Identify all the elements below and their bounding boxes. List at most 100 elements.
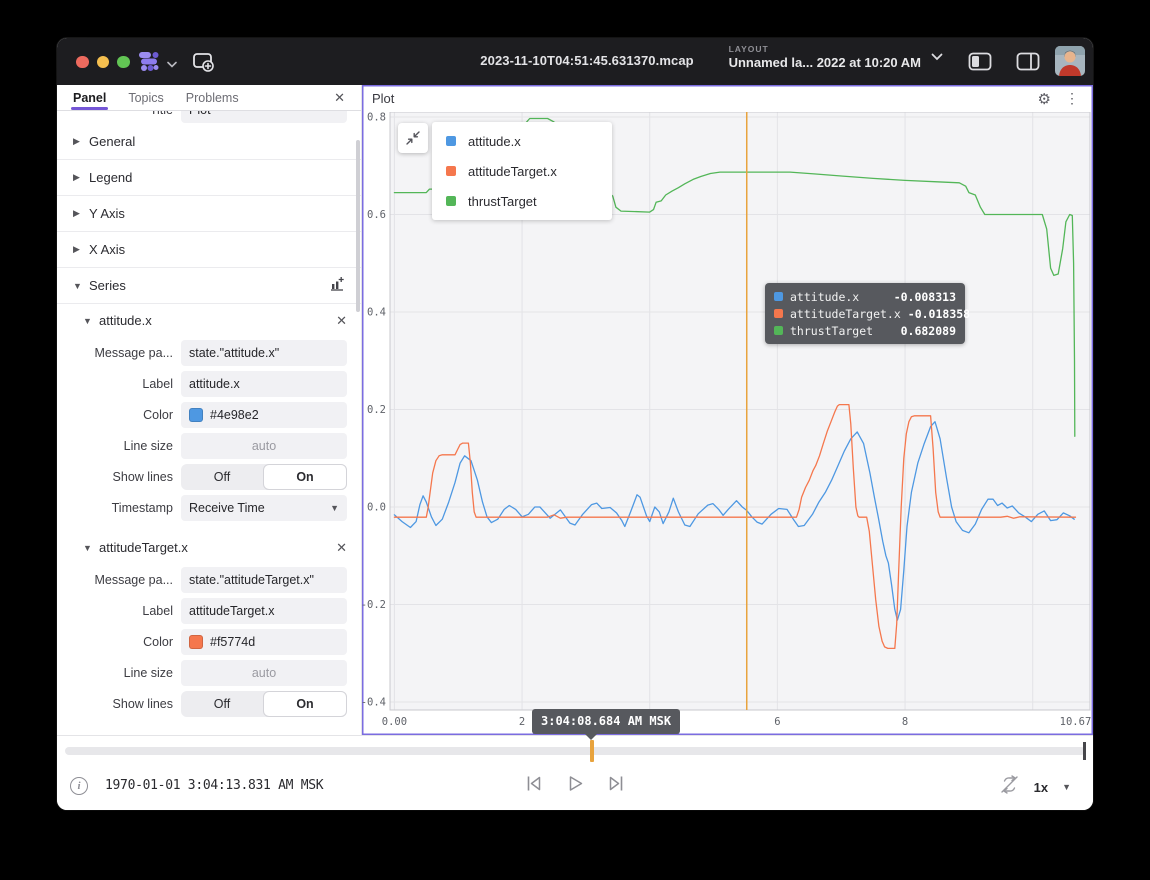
svg-text:0.4: 0.4 xyxy=(367,307,386,319)
timestamp-row: Timestamp Receive Time ▼ xyxy=(57,492,361,523)
message-path-input[interactable]: state."attitudeTarget.x" xyxy=(181,567,347,593)
color-input[interactable]: #f5774d xyxy=(181,629,347,655)
collapse-legend-button[interactable] xyxy=(398,123,428,153)
caret-right-icon: ▶ xyxy=(73,136,89,147)
title-field-label: Title xyxy=(57,111,173,117)
tab-panel[interactable]: Panel xyxy=(73,85,106,110)
legend-item[interactable]: thrustTarget xyxy=(432,186,612,216)
sidebar-section-y-axis[interactable]: ▶ Y Axis xyxy=(57,196,361,232)
playback-bar: i 1970-01-01 3:04:13.831 AM MSK xyxy=(57,735,1093,810)
scrubber-hover-tooltip: 3:04:08.684 AM MSK xyxy=(532,709,680,734)
caret-right-icon: ▶ xyxy=(73,244,89,255)
foxglove-logo-icon[interactable] xyxy=(137,49,161,78)
sidebar-section-x-axis[interactable]: ▶ X Axis xyxy=(57,232,361,268)
sidebar-section-series[interactable]: ▼ Series xyxy=(57,268,361,304)
message-path-row: Message pa... state."attitude.x" xyxy=(57,337,361,368)
panel-title: Plot xyxy=(372,91,394,106)
show-lines-toggle: Off On xyxy=(181,691,347,717)
timestamp-select[interactable]: Receive Time ▼ xyxy=(181,495,347,521)
add-series-icon[interactable] xyxy=(329,276,345,295)
app-menu-chevron-icon[interactable] xyxy=(167,55,177,73)
sidebar-section-legend[interactable]: ▶ Legend xyxy=(57,160,361,196)
line-size-input[interactable]: auto xyxy=(181,433,347,459)
show-lines-row: Show lines Off On xyxy=(57,688,361,719)
playhead-marker[interactable] xyxy=(590,740,594,762)
legend-item[interactable]: attitude.x xyxy=(432,126,612,156)
chevron-down-icon xyxy=(931,50,943,64)
remove-series-icon[interactable]: ✕ xyxy=(336,540,347,556)
svg-text:0.6: 0.6 xyxy=(367,209,386,221)
svg-text:-0.4: -0.4 xyxy=(362,697,386,709)
kebab-menu-icon[interactable]: ⋮ xyxy=(1065,90,1079,107)
series-editor-header-attitude-target-x[interactable]: ▼ attitudeTarget.x ✕ xyxy=(57,531,361,564)
seek-backward-button[interactable] xyxy=(524,773,545,799)
layout-selector[interactable]: LAYOUT Unnamed la... 2022 at 10:20 AM xyxy=(729,44,943,71)
svg-text:0.2: 0.2 xyxy=(367,404,386,416)
loop-off-icon[interactable] xyxy=(999,775,1020,799)
show-lines-on-button[interactable]: On xyxy=(263,691,347,717)
svg-text:0.8: 0.8 xyxy=(367,112,386,124)
sidebar-scrollbar[interactable] xyxy=(356,140,360,312)
current-timestamp[interactable]: 1970-01-01 3:04:13.831 AM MSK xyxy=(105,778,323,793)
caret-down-icon: ▼ xyxy=(73,281,89,291)
series-color-swatch[interactable] xyxy=(189,408,203,422)
svg-text:6: 6 xyxy=(774,716,780,728)
line-size-input[interactable]: auto xyxy=(181,660,347,686)
tooltip-series-value: -0.008313 xyxy=(894,290,956,304)
sidebar-tabs: Panel Topics Problems ✕ xyxy=(57,85,361,111)
legend-item-label: attitude.x xyxy=(468,134,521,149)
color-input[interactable]: #4e98e2 xyxy=(181,402,347,428)
show-lines-off-button[interactable]: Off xyxy=(181,464,263,490)
series-editor-header-attitude-x[interactable]: ▼ attitude.x ✕ xyxy=(57,304,361,337)
tab-problems[interactable]: Problems xyxy=(186,85,239,110)
svg-text:2: 2 xyxy=(519,716,525,728)
collapse-legend-icon xyxy=(405,130,421,146)
window-controls xyxy=(76,56,130,69)
seek-forward-button[interactable] xyxy=(606,773,627,799)
legend-items: attitude.x attitudeTarget.xthrustTarget xyxy=(432,126,612,216)
chevron-down-icon[interactable]: ▼ xyxy=(1062,782,1071,792)
remove-series-icon[interactable]: ✕ xyxy=(336,313,347,329)
add-panel-icon[interactable] xyxy=(191,50,215,79)
show-lines-off-button[interactable]: Off xyxy=(181,691,263,717)
minimize-window-icon[interactable] xyxy=(97,56,110,69)
tab-topics[interactable]: Topics xyxy=(128,85,163,110)
caret-down-icon: ▼ xyxy=(83,543,99,553)
tooltip-series-name: attitude.x xyxy=(790,290,859,304)
close-window-icon[interactable] xyxy=(76,56,89,69)
series-color-swatch xyxy=(446,136,456,146)
panel-title-input[interactable]: Plot xyxy=(181,111,347,123)
app-window: 2023-11-10T04:51:45.631370.mcap LAYOUT U… xyxy=(57,38,1093,810)
window-title-filename: 2023-11-10T04:51:45.631370.mcap xyxy=(437,53,737,68)
timeline-end-marker xyxy=(1083,742,1086,760)
series-color-swatch xyxy=(774,326,783,335)
play-button[interactable] xyxy=(565,773,586,799)
sidebar-section-general[interactable]: ▶ General xyxy=(57,124,361,160)
zoom-window-icon[interactable] xyxy=(117,56,130,69)
tooltip-row: thrustTarget0.682089 xyxy=(774,322,956,339)
avatar[interactable] xyxy=(1055,46,1085,76)
series-color-swatch[interactable] xyxy=(189,635,203,649)
label-input[interactable]: attitudeTarget.x xyxy=(181,598,347,624)
playback-speed[interactable]: 1x xyxy=(1034,780,1048,795)
info-icon[interactable]: i xyxy=(70,777,88,795)
label-row: Label attitudeTarget.x xyxy=(57,595,361,626)
color-row: Color #f5774d xyxy=(57,626,361,657)
chevron-down-icon: ▼ xyxy=(330,503,339,513)
series-color-swatch xyxy=(446,196,456,206)
label-input[interactable]: attitude.x xyxy=(181,371,347,397)
right-sidebar-toggle-icon[interactable] xyxy=(1016,52,1040,76)
plot-panel-header: Plot ⚙ ⋮ xyxy=(362,85,1093,112)
left-sidebar-toggle-icon[interactable] xyxy=(968,52,992,76)
tooltip-series-name: thrustTarget xyxy=(790,324,873,338)
close-icon[interactable]: ✕ xyxy=(334,90,345,106)
caret-down-icon: ▼ xyxy=(83,316,99,326)
show-lines-row: Show lines Off On xyxy=(57,461,361,492)
settings-gear-icon[interactable]: ⚙ xyxy=(1038,90,1051,108)
layout-name: Unnamed la... 2022 at 10:20 AM xyxy=(729,55,921,71)
timeline-scrubber[interactable] xyxy=(65,747,1085,755)
show-lines-on-button[interactable]: On xyxy=(263,464,347,490)
message-path-input[interactable]: state."attitude.x" xyxy=(181,340,347,366)
plot-panel[interactable]: Plot ⚙ ⋮ 0.80.60.40.20.0-0.2-0.40.002468… xyxy=(362,85,1093,735)
legend-item[interactable]: attitudeTarget.x xyxy=(432,156,612,186)
